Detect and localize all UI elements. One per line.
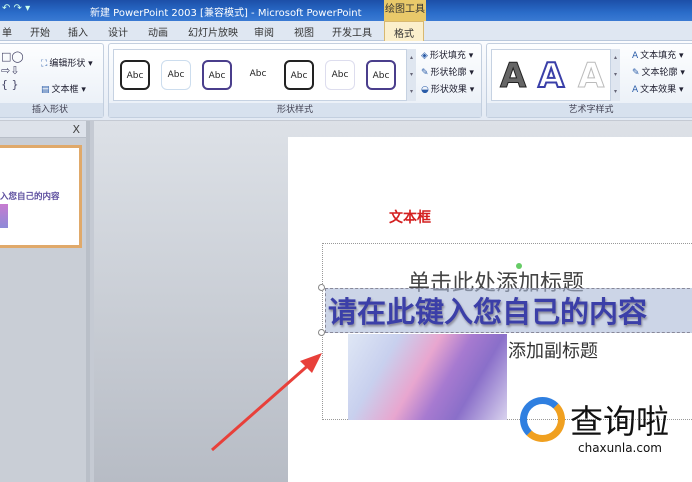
shape-styles-gallery: Abc Abc Abc Abc Abc Abc Abc bbox=[113, 49, 407, 101]
group-label: 插入形状 bbox=[0, 103, 103, 117]
shape-style-5[interactable]: Abc bbox=[284, 60, 314, 90]
wordart-style-3[interactable]: A bbox=[577, 56, 604, 97]
tab-insert[interactable]: 插入 bbox=[68, 24, 88, 39]
text-fill-button[interactable]: A 文本填充 ▾ bbox=[632, 48, 684, 61]
group-label: 艺术字样式 bbox=[487, 103, 692, 117]
tab-menu[interactable]: 单 bbox=[2, 24, 12, 39]
resize-handle[interactable] bbox=[318, 284, 325, 291]
shape-effects-button[interactable]: ◒ 形状效果 ▾ bbox=[421, 82, 474, 95]
wordart-text[interactable]: 请在此键入您自己的内容 bbox=[328, 289, 647, 331]
tab-design[interactable]: 设计 bbox=[108, 24, 128, 39]
tab-view[interactable]: 视图 bbox=[294, 24, 314, 39]
text-outline-button[interactable]: ✎ 文本轮廓 ▾ bbox=[632, 65, 685, 78]
group-insert-shapes: □◯ ⇨⇩{ } ⛶ 编辑形状 ▾ ▤ 文本框 ▾ 插入形状 bbox=[0, 43, 104, 118]
window-title: 新建 PowerPoint 2003 [兼容模式] - Microsoft Po… bbox=[90, 8, 362, 19]
text-box-button[interactable]: ▤ 文本框 ▾ bbox=[41, 82, 86, 95]
slides-panel: X 入您自己的内容 bbox=[0, 121, 90, 482]
slide-canvas[interactable]: 文本框 单击此处添加标题 请在此键入您自己的内容 添加副标题 查询啦 chaxu… bbox=[288, 137, 692, 482]
tab-developer[interactable]: 开发工具 bbox=[332, 24, 372, 39]
quick-access-toolbar[interactable]: ↶ ↷ ▾ bbox=[2, 3, 30, 14]
watermark-brand: 查询啦 bbox=[570, 402, 669, 441]
tab-animation[interactable]: 动画 bbox=[148, 24, 168, 39]
text-box-icon: ▤ bbox=[41, 85, 50, 95]
slide-thumbnail[interactable]: 入您自己的内容 bbox=[0, 145, 82, 248]
slides-panel-header: X bbox=[0, 121, 86, 138]
title-bar: ↶ ↷ ▾ 新建 PowerPoint 2003 [兼容模式] - Micros… bbox=[0, 0, 692, 21]
gallery-scroll[interactable]: ▴ ▾ ▾ bbox=[407, 49, 416, 101]
shape-fill-button[interactable]: ◈ 形状填充 ▾ bbox=[421, 48, 473, 61]
tab-slideshow[interactable]: 幻灯片放映 bbox=[188, 24, 238, 39]
wordart-style-1[interactable]: A bbox=[499, 56, 526, 97]
wordart-style-2[interactable]: A bbox=[537, 55, 565, 97]
shape-style-3[interactable]: Abc bbox=[202, 60, 232, 90]
effects-icon: ◒ bbox=[421, 85, 429, 95]
pencil-icon: ✎ bbox=[421, 68, 429, 78]
text-outline-icon: ✎ bbox=[632, 68, 640, 78]
edit-shape-icon: ⛶ bbox=[41, 59, 48, 69]
tab-format[interactable]: 格式 bbox=[384, 21, 424, 41]
subtitle-placeholder[interactable]: 添加副标题 bbox=[508, 337, 598, 363]
group-shape-styles: Abc Abc Abc Abc Abc Abc Abc ▴ ▾ ▾ ◈ 形状填充 ▾ … bbox=[108, 43, 482, 118]
text-effects-icon: A bbox=[632, 85, 639, 95]
paint-bucket-icon: ◈ bbox=[421, 51, 428, 61]
edit-shape-button[interactable]: ⛶ 编辑形状 ▾ bbox=[41, 56, 93, 69]
text-effects-button[interactable]: A 文本效果 ▾ bbox=[632, 82, 684, 95]
shape-style-1[interactable]: Abc bbox=[120, 60, 150, 90]
text-box[interactable]: 文本框 bbox=[389, 207, 431, 227]
watermark-domain: chaxunla.com bbox=[578, 441, 662, 455]
shapes-gallery[interactable]: □◯ ⇨⇩{ } bbox=[1, 50, 24, 92]
wordart-gallery-scroll[interactable]: ▴ ▾ ▾ bbox=[611, 49, 620, 101]
shape-style-6[interactable]: Abc bbox=[325, 60, 355, 90]
shape-outline-button[interactable]: ✎ 形状轮廓 ▾ bbox=[421, 65, 474, 78]
thumbnail-image bbox=[0, 204, 8, 228]
group-wordart-styles: A A A ▴ ▾ ▾ A 文本填充 ▾ ✎ 文本轮廓 ▾ A 文本效果 ▾ 艺术字样式 bbox=[486, 43, 692, 118]
tab-home[interactable]: 开始 bbox=[30, 24, 50, 39]
text-fill-icon: A bbox=[632, 51, 639, 61]
ribbon: □◯ ⇨⇩{ } ⛶ 编辑形状 ▾ ▤ 文本框 ▾ 插入形状 Abc Abc Abc … bbox=[0, 41, 692, 120]
group-label: 形状样式 bbox=[109, 103, 481, 117]
brand-logo-icon bbox=[520, 397, 565, 442]
slide-image[interactable] bbox=[348, 334, 507, 420]
rotate-handle[interactable] bbox=[516, 263, 522, 269]
shape-style-7[interactable]: Abc bbox=[366, 60, 396, 90]
wordart-gallery: A A A bbox=[491, 49, 611, 101]
resize-handle[interactable] bbox=[318, 329, 325, 336]
shape-style-2[interactable]: Abc bbox=[161, 60, 191, 90]
shape-style-4[interactable]: Abc bbox=[243, 60, 273, 90]
drawing-tools-context-label: 绘图工具 bbox=[384, 0, 426, 21]
close-panel-icon[interactable]: X bbox=[72, 123, 80, 136]
thumbnail-text: 入您自己的内容 bbox=[0, 192, 60, 202]
tab-review[interactable]: 审阅 bbox=[254, 24, 274, 39]
ribbon-tabs: 单 开始 插入 设计 动画 幻灯片放映 审阅 视图 开发工具 格式 bbox=[0, 21, 692, 41]
